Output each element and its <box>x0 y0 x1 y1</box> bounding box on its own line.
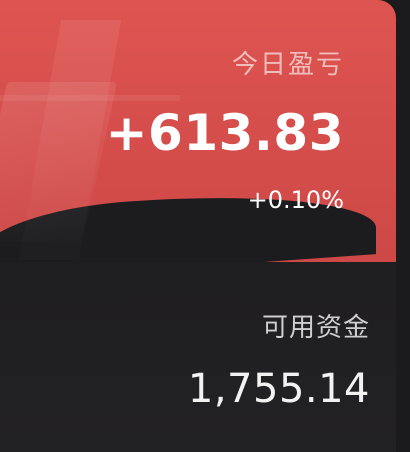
card-decoration <box>0 82 118 242</box>
edge-strip <box>396 0 410 452</box>
daily-pnl-value: +613.83 <box>105 104 344 162</box>
available-funds-label: 可用资金 <box>261 313 370 343</box>
card-decoration <box>0 95 180 101</box>
daily-pnl-rate: +0.10% <box>247 186 344 214</box>
available-funds-value: 1,755.14 <box>187 366 370 412</box>
daily-pnl-label: 今日盈亏 <box>231 50 344 80</box>
daily-pnl-card[interactable]: 今日盈亏 +613.83 +0.10% <box>0 0 396 262</box>
account-summary-screen: 今日盈亏 +613.83 +0.10% 可用资金 1,755.14 <box>0 0 410 452</box>
